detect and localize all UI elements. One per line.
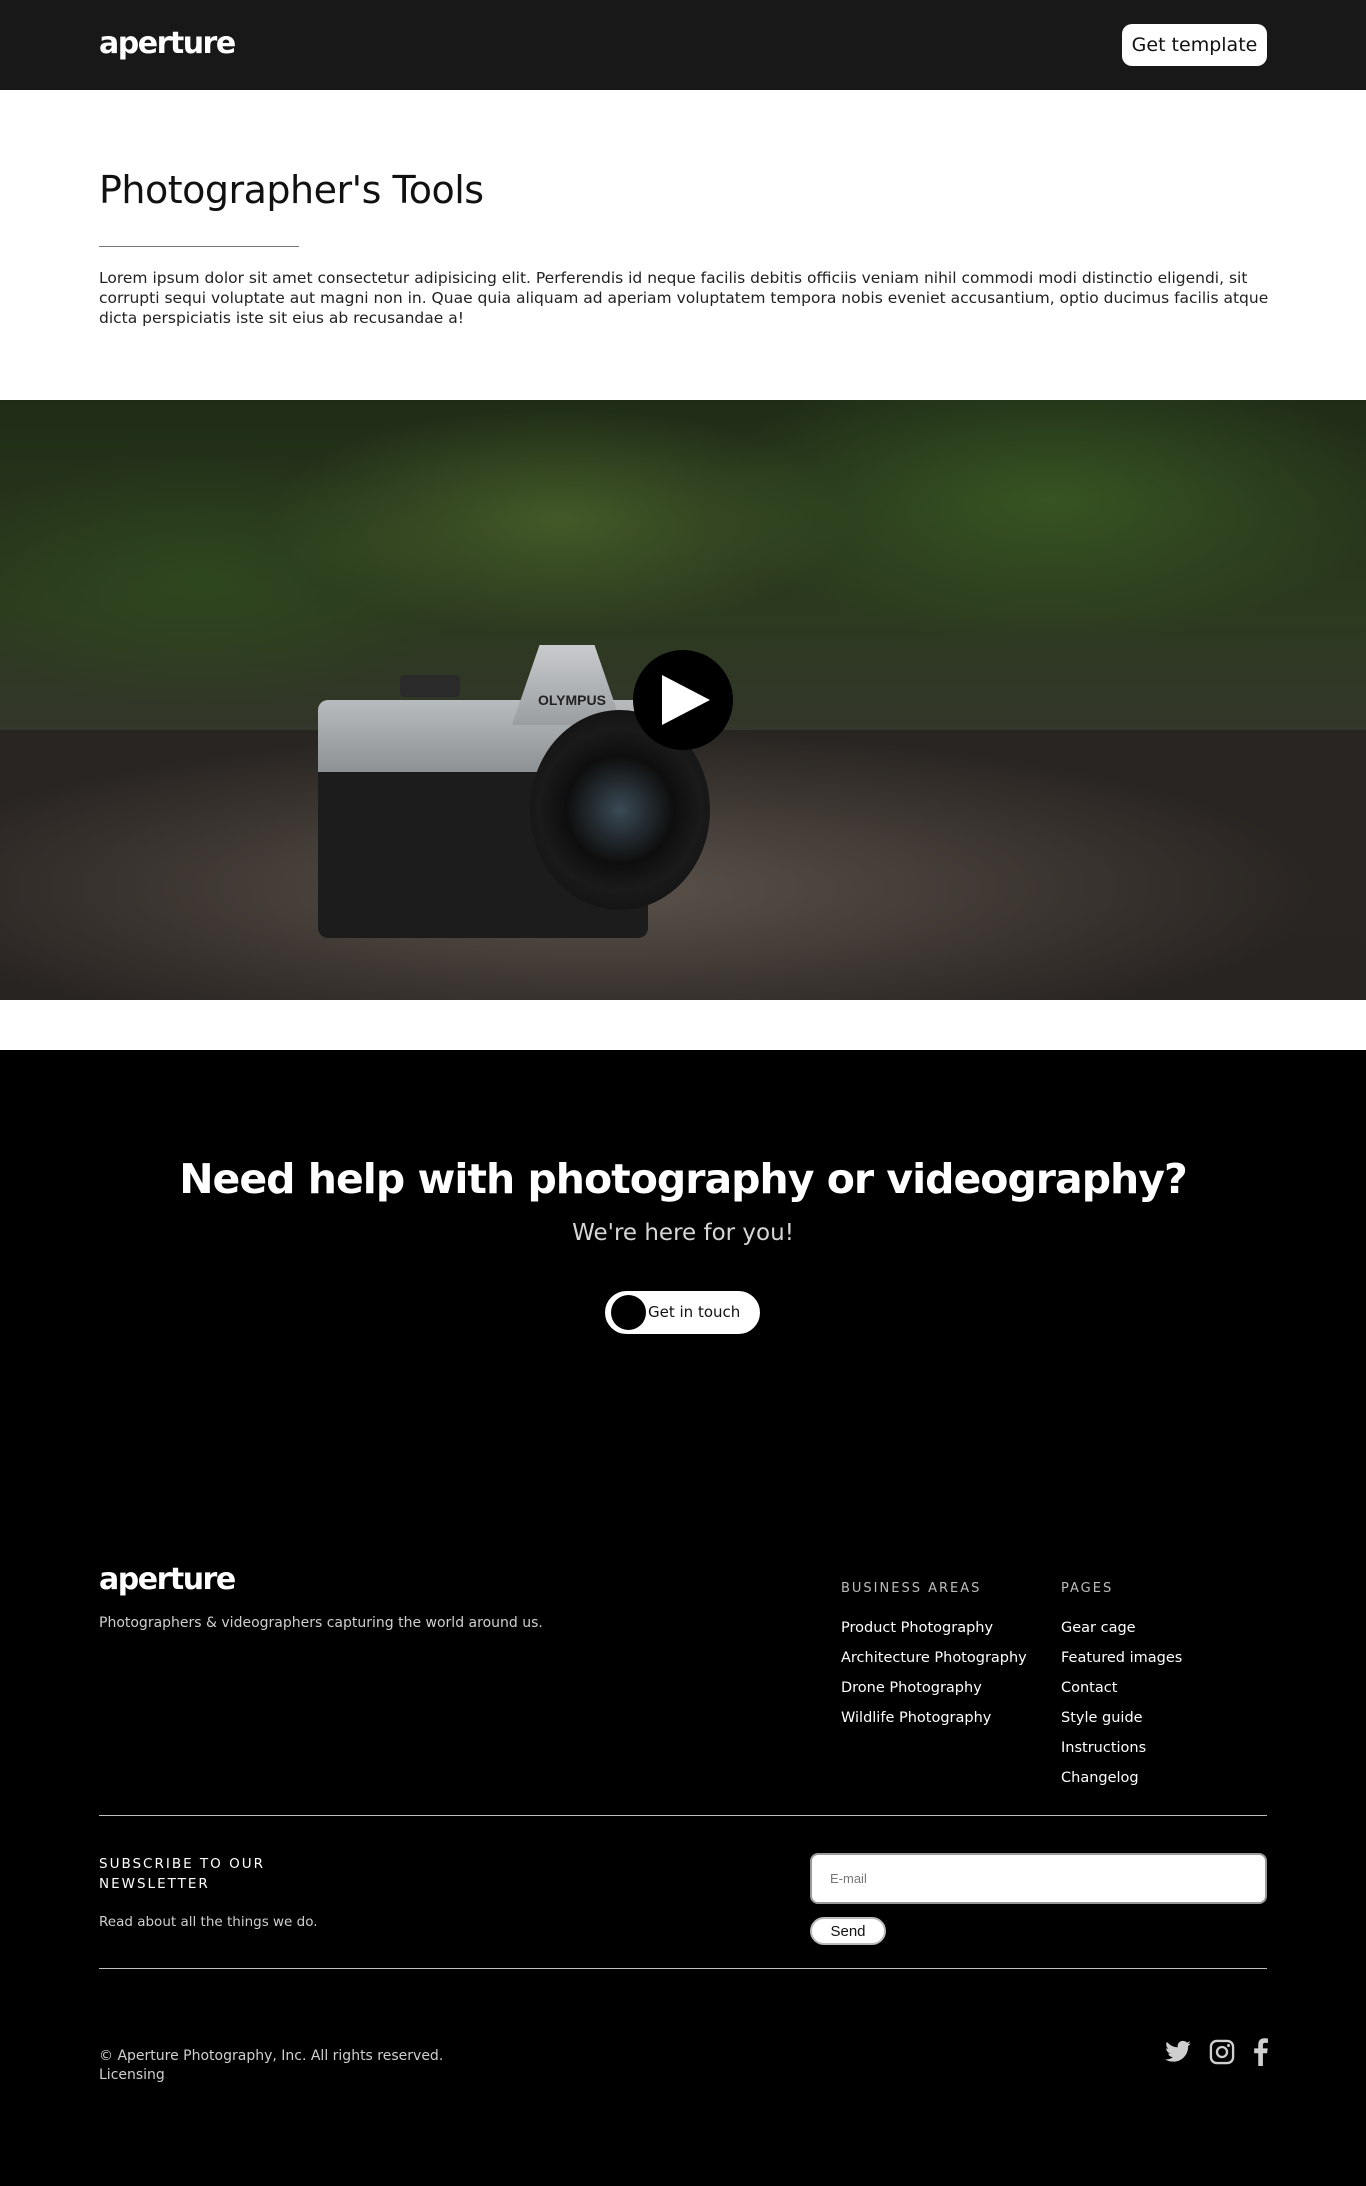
page-title: Photographer's Tools [99, 168, 484, 212]
button-dot-icon [611, 1295, 646, 1330]
footer-tagline: Photographers & videographers capturing … [99, 1615, 543, 1631]
footer-link-contact[interactable]: Contact [1061, 1680, 1117, 1696]
intro-paragraph: Lorem ipsum dolor sit amet consectetur a… [99, 269, 1269, 327]
footer-logo[interactable]: aperture [99, 1562, 236, 1597]
cta-title: Need help with photography or videograph… [179, 1155, 1188, 1203]
logo[interactable]: aperture [99, 26, 236, 62]
copyright-text: © Aperture Photography, Inc. All rights … [99, 2048, 444, 2064]
get-in-touch-label[interactable]: Get in touch [648, 1301, 740, 1323]
instagram-icon[interactable] [1208, 2038, 1236, 2066]
footer-link-featured-images[interactable]: Featured images [1061, 1650, 1182, 1666]
footer-divider-bottom [99, 1968, 1267, 1969]
email-field[interactable] [810, 1853, 1267, 1904]
cta-subtitle: We're here for you! [572, 1220, 794, 1246]
footer-link-changelog[interactable]: Changelog [1061, 1770, 1139, 1786]
send-button[interactable]: Send [810, 1917, 886, 1945]
footer-link-drone-photography[interactable]: Drone Photography [841, 1680, 982, 1696]
camera-brand-label: OLYMPUS [538, 692, 606, 708]
camera-dial [400, 675, 460, 697]
newsletter-description: Read about all the things we do. [99, 1914, 318, 1930]
footer-link-style-guide[interactable]: Style guide [1061, 1710, 1143, 1726]
facebook-icon[interactable] [1250, 2038, 1270, 2066]
footer-link-gear-cage[interactable]: Gear cage [1061, 1620, 1136, 1636]
twitter-icon[interactable] [1164, 2038, 1192, 2066]
footer-link-architecture-photography[interactable]: Architecture Photography [841, 1650, 1027, 1666]
newsletter-title: SUBSCRIBE TO OUR NEWSLETTER [99, 1856, 265, 1892]
pages-heading: PAGES [1061, 1581, 1114, 1596]
get-template-button[interactable]: Get template [1122, 24, 1267, 66]
footer-link-instructions[interactable]: Instructions [1061, 1740, 1146, 1756]
title-divider [99, 246, 299, 247]
licensing-link[interactable]: Licensing [99, 2067, 165, 2083]
footer-link-wildlife-photography[interactable]: Wildlife Photography [841, 1710, 991, 1726]
footer-divider-top [99, 1815, 1267, 1816]
business-areas-heading: BUSINESS AREAS [841, 1581, 982, 1596]
footer-link-product-photography[interactable]: Product Photography [841, 1620, 993, 1636]
play-icon[interactable] [662, 675, 710, 725]
hero-image: OLYMPUS [0, 400, 1366, 1000]
